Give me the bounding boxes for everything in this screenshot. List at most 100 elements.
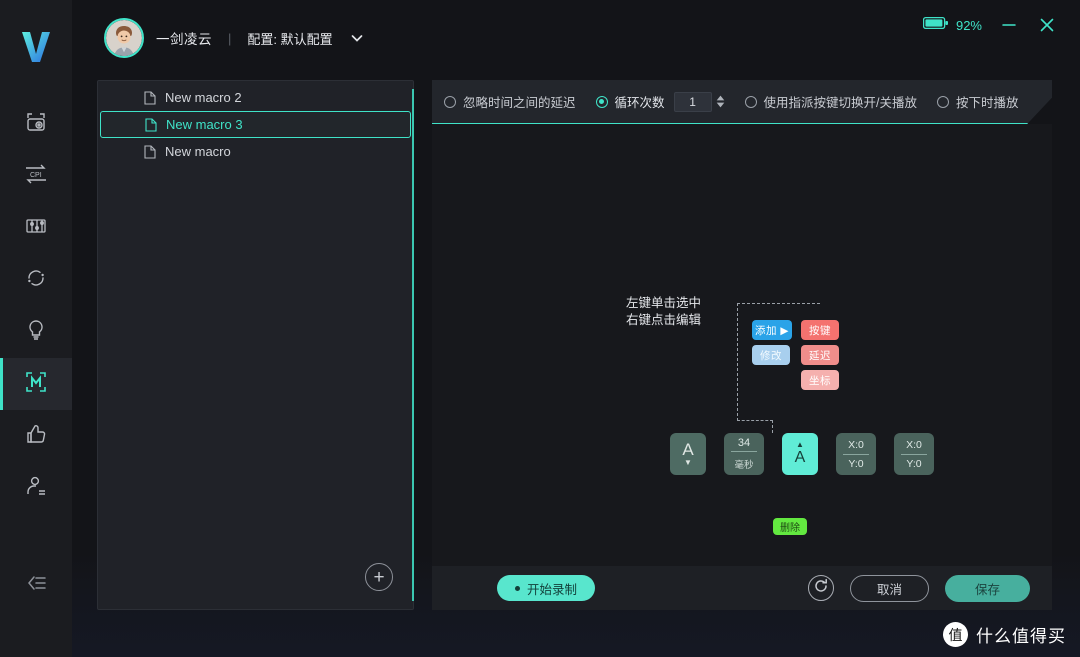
battery-status: 92% xyxy=(922,16,982,35)
coordinate-y: Y:0 xyxy=(848,457,864,470)
collapse-sidebar-icon xyxy=(25,573,47,598)
plus-circle-icon: + xyxy=(373,566,385,588)
delay-value: 34 xyxy=(737,437,751,449)
minimize-button[interactable] xyxy=(998,14,1020,36)
delay-unit: 毫秒 xyxy=(734,460,754,471)
step-coordinate[interactable]: X:0 Y:0 xyxy=(894,433,934,475)
window-controls: 92% xyxy=(922,14,1058,36)
option-toggle-play[interactable]: 使用指派按键切换开/关播放 xyxy=(744,92,918,111)
list-item[interactable]: New macro 2 xyxy=(98,84,413,111)
playback-options-bar: 忽略时间之间的延迟 循环次数 1 使用指派按键切换开/关播放 按下时播放 xyxy=(432,80,1052,124)
user-profile-icon xyxy=(24,474,48,503)
thumbs-up-icon xyxy=(24,422,48,451)
sliders-icon xyxy=(24,214,48,243)
app-window: CPI 一剑凌云 | 配置: 默认配置 92% New macro 2 New … xyxy=(0,0,1080,657)
step-delay[interactable]: 34 毫秒 xyxy=(724,433,764,475)
macro-canvas: 左键单击选中 右键点击编辑 添加 ▶ 修改 按键 延迟 坐标 A ▼ 34 毫秒… xyxy=(432,124,1052,566)
battery-percent: 92% xyxy=(955,17,982,33)
cpi-icon: CPI xyxy=(23,162,49,191)
avatar[interactable] xyxy=(104,18,144,58)
coordinate-x: X:0 xyxy=(906,438,922,451)
macro-list-panel: New macro 2 New macro 3 New macro + xyxy=(97,80,414,610)
annotation-line-2: 右键点击编辑 xyxy=(626,313,702,327)
submenu-item-delay[interactable]: 延迟 xyxy=(801,345,839,365)
config-label: 配置: 默认配置 xyxy=(247,31,333,47)
add-macro-button[interactable]: + xyxy=(365,563,393,591)
spinner-up-icon xyxy=(716,95,724,101)
watermark-badge: 值 xyxy=(943,622,968,647)
start-recording-button[interactable]: 开始录制 xyxy=(497,575,596,601)
save-button[interactable]: 保存 xyxy=(944,574,1030,602)
option-loop-count[interactable]: 循环次数 1 xyxy=(595,91,725,112)
radio-icon xyxy=(595,95,608,108)
step-key-down[interactable]: A ▼ xyxy=(670,433,706,475)
file-icon xyxy=(145,117,157,132)
svg-text:CPI: CPI xyxy=(30,172,42,179)
option-label: 按下时播放 xyxy=(956,96,1019,110)
spinner-arrows[interactable] xyxy=(716,95,725,108)
device-settings-icon xyxy=(24,110,48,139)
watermark-text: 什么值得买 xyxy=(976,627,1066,646)
editor-action-bar: 开始录制 取消 保存 xyxy=(432,566,1052,610)
connector-line-vertical xyxy=(737,303,738,421)
divider xyxy=(901,453,927,455)
list-item-selected[interactable]: New macro 3 xyxy=(100,111,411,138)
key-up-arrow-icon: ▲ xyxy=(796,440,804,449)
annotation-line-1: 左键单击选中 xyxy=(626,296,702,310)
option-press-play[interactable]: 按下时播放 xyxy=(937,92,1019,111)
chevron-down-icon[interactable] xyxy=(349,30,365,46)
sidebar-item-sync[interactable] xyxy=(0,254,72,306)
file-icon xyxy=(144,144,156,159)
cancel-button[interactable]: 取消 xyxy=(849,574,929,602)
connector-line-elbow xyxy=(737,420,773,421)
sidebar-item-macro[interactable] xyxy=(0,358,72,410)
radio-icon xyxy=(744,95,757,108)
start-recording-label: 开始录制 xyxy=(527,582,578,597)
loop-count-input[interactable]: 1 xyxy=(673,91,712,112)
option-ignore-delay[interactable]: 忽略时间之间的延迟 xyxy=(444,92,576,111)
sidebar-item-lighting[interactable] xyxy=(0,306,72,358)
file-icon xyxy=(144,90,156,105)
delete-step-button[interactable]: 删除 xyxy=(773,518,807,535)
connector-line-drop xyxy=(772,420,773,433)
collapse-sidebar-button[interactable] xyxy=(0,565,72,605)
option-label: 使用指派按键切换开/关播放 xyxy=(763,96,918,110)
option-label: 循环次数 xyxy=(614,96,665,110)
macro-m-icon xyxy=(23,369,49,400)
step-key-label: A xyxy=(682,440,694,459)
key-down-arrow-icon: ▼ xyxy=(684,458,692,467)
context-menu-add[interactable]: 添加 ▶ xyxy=(752,320,792,340)
option-label: 忽略时间之间的延迟 xyxy=(463,96,576,110)
sync-icon xyxy=(24,266,48,295)
context-menu-submenu: 按键 延迟 坐标 xyxy=(801,320,839,390)
step-key-up-selected[interactable]: ▲ A xyxy=(782,433,818,475)
macro-editor: 忽略时间之间的延迟 循环次数 1 使用指派按键切换开/关播放 按下时播放 左键单… xyxy=(432,80,1052,610)
sidebar-item-profile[interactable] xyxy=(0,462,72,514)
submenu-item-coordinate[interactable]: 坐标 xyxy=(801,370,839,390)
sidebar-item-device-settings[interactable] xyxy=(0,98,72,150)
step-key-label: A xyxy=(794,449,806,466)
divider xyxy=(731,451,757,452)
context-menu-modify[interactable]: 修改 xyxy=(752,345,790,365)
lightbulb-icon xyxy=(24,318,48,347)
step-coordinate[interactable]: X:0 Y:0 xyxy=(836,433,876,475)
sidebar-item-sliders[interactable] xyxy=(0,202,72,254)
connector-line-horizontal xyxy=(737,303,820,304)
header: 一剑凌云 | 配置: 默认配置 92% xyxy=(72,0,1080,72)
context-menu-main: 添加 ▶ 修改 xyxy=(752,320,792,390)
reset-button[interactable] xyxy=(807,575,834,601)
list-item-label: New macro xyxy=(165,144,231,159)
close-button[interactable] xyxy=(1036,14,1058,36)
canvas-annotation: 左键单击选中 右键点击编辑 xyxy=(626,295,701,329)
sidebar-item-cpi[interactable]: CPI xyxy=(0,150,72,202)
watermark: 值 什么值得买 xyxy=(943,622,1066,647)
macro-step-list: A ▼ 34 毫秒 ▲ A X:0 Y:0 X:0 Y:0 xyxy=(670,433,934,475)
header-separator: | xyxy=(228,30,232,46)
coordinate-x: X:0 xyxy=(848,438,864,451)
refresh-icon xyxy=(813,578,829,599)
radio-icon xyxy=(937,95,950,108)
submenu-item-key[interactable]: 按键 xyxy=(801,320,839,340)
list-item[interactable]: New macro xyxy=(98,138,413,165)
list-item-label: New macro 2 xyxy=(165,90,242,105)
sidebar-item-support[interactable] xyxy=(0,410,72,462)
